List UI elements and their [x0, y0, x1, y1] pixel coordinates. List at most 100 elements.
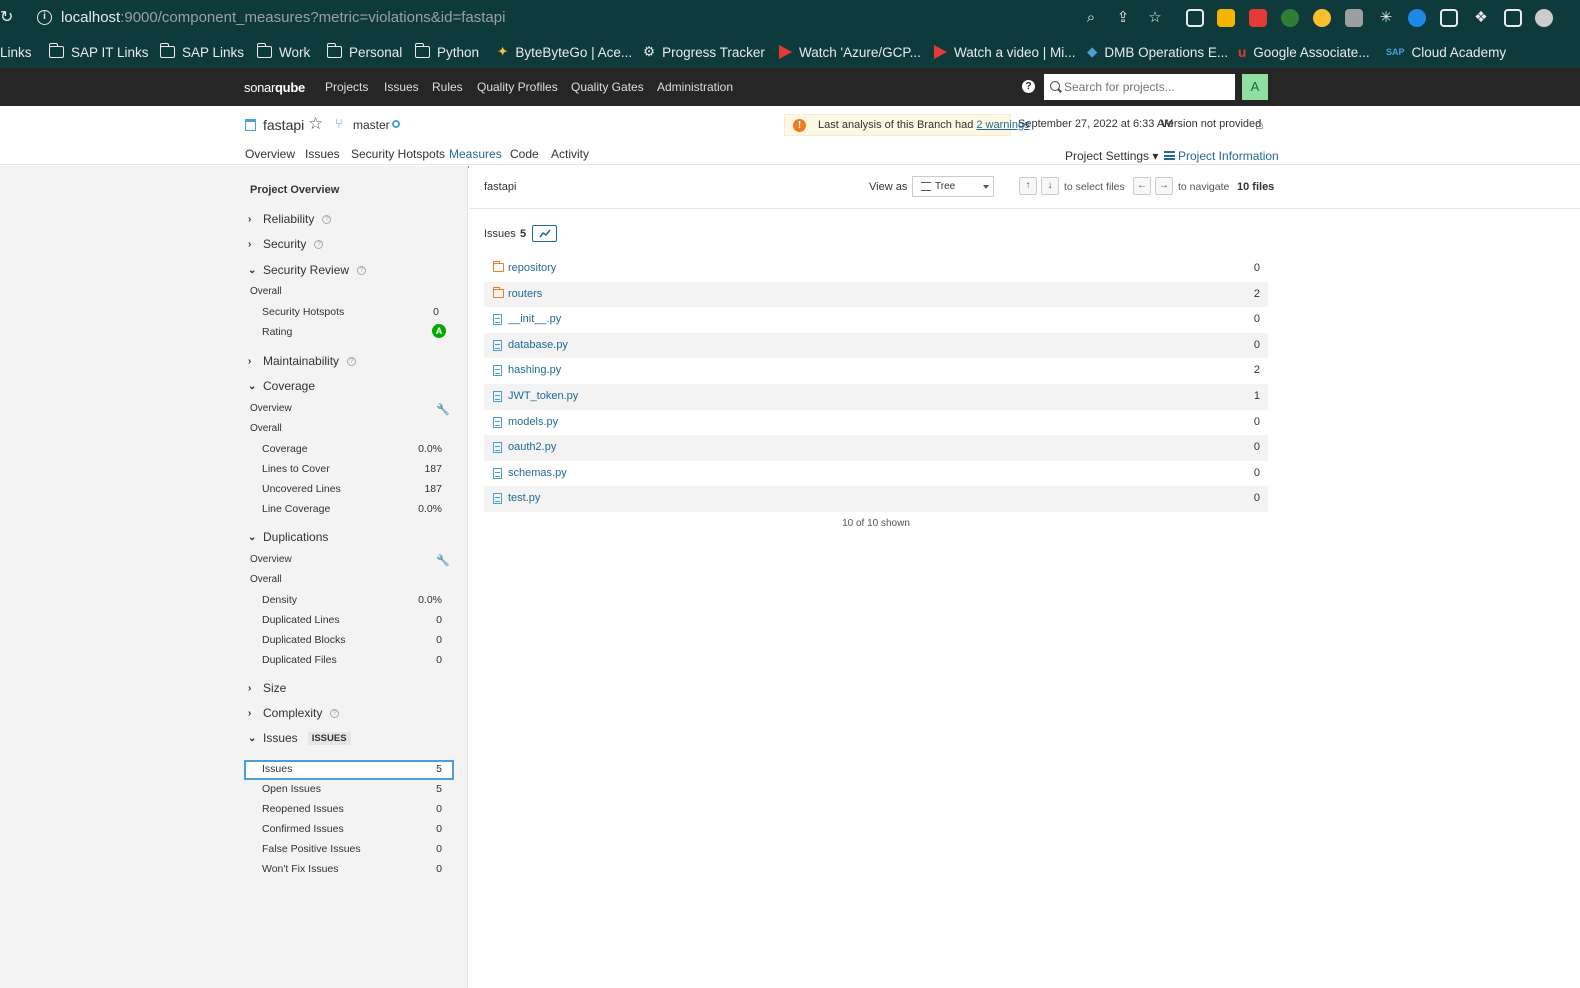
- table-row[interactable]: oauth2.py 0: [484, 435, 1268, 461]
- project-name[interactable]: fastapi: [263, 117, 304, 133]
- nav-administration[interactable]: Administration: [657, 80, 733, 94]
- bookmark-item[interactable]: u Google Associate...: [1238, 42, 1370, 62]
- bookmark-item[interactable]: SAP Cloud Academy: [1386, 42, 1506, 62]
- home-icon[interactable]: ⌂: [1255, 116, 1263, 132]
- help-icon[interactable]: ?: [314, 239, 324, 249]
- measure-duplicated-blocks[interactable]: Duplicated Blocks 0: [262, 634, 442, 646]
- table-row[interactable]: models.py 0: [484, 410, 1268, 436]
- address-bar[interactable]: localhost:9000/component_measures?metric…: [61, 9, 505, 26]
- search-input[interactable]: [1044, 74, 1235, 100]
- table-row[interactable]: routers 2: [484, 281, 1268, 308]
- bookmark-item[interactable]: Python: [414, 42, 479, 62]
- measure-uncovered-lines[interactable]: Uncovered Lines 187: [262, 483, 442, 495]
- measure-density[interactable]: Density 0.0%: [262, 594, 442, 606]
- site-info-icon[interactable]: i: [37, 10, 52, 25]
- measure-line-coverage[interactable]: Line Coverage 0.0%: [262, 503, 442, 515]
- help-icon[interactable]: ?: [330, 708, 340, 718]
- file-name[interactable]: schemas.py: [508, 467, 567, 479]
- toggle-extension-icon[interactable]: [1313, 9, 1331, 27]
- bookmark-item[interactable]: Personal: [326, 42, 402, 62]
- tab-overview[interactable]: Overview: [245, 147, 295, 161]
- domain-size[interactable]: › Size: [248, 681, 286, 695]
- reload-icon[interactable]: ↻: [0, 8, 14, 28]
- doc-extension-icon[interactable]: [1440, 9, 1458, 27]
- sidebar-title[interactable]: Project Overview: [250, 184, 339, 196]
- measure-security-hotspots[interactable]: Security Hotspots 0: [262, 306, 442, 318]
- file-name[interactable]: models.py: [508, 416, 558, 428]
- bookmark-item[interactable]: ◆ DMB Operations E...: [1087, 42, 1228, 62]
- bookmark-item[interactable]: Work: [256, 42, 310, 62]
- new-extension-icon[interactable]: [1281, 9, 1299, 27]
- help-icon[interactable]: ?: [357, 265, 367, 275]
- breadcrumb[interactable]: fastapi: [484, 181, 516, 193]
- measure-rating[interactable]: Rating: [262, 326, 442, 338]
- domain-security-review[interactable]: ⌄ Security Review?: [248, 263, 367, 277]
- bookmark-item[interactable]: ⚙ Progress Tracker: [643, 42, 765, 62]
- measure-confirmed-issues[interactable]: Confirmed Issues 0: [262, 823, 442, 835]
- project-settings-menu[interactable]: Project Settings ▾: [1065, 149, 1158, 163]
- table-row[interactable]: JWT_token.py 1: [484, 383, 1268, 410]
- domain-complexity[interactable]: › Complexity?: [248, 706, 340, 720]
- measure-false-positive-issues[interactable]: False Positive Issues 0: [262, 843, 442, 855]
- domain-duplications[interactable]: ⌄ Duplications: [248, 530, 328, 544]
- tab-code[interactable]: Code: [510, 147, 539, 161]
- domain-coverage[interactable]: ⌄ Coverage: [248, 379, 315, 393]
- domain-maintainability[interactable]: › Maintainability?: [248, 354, 357, 368]
- table-row[interactable]: database.py 0: [484, 332, 1268, 359]
- tab-security-hotspots[interactable]: Security Hotspots: [351, 147, 445, 161]
- bookmark-item[interactable]: SAP Links: [159, 42, 244, 62]
- user-avatar[interactable]: A: [1242, 74, 1268, 100]
- branch-settings-icon[interactable]: [392, 120, 400, 128]
- table-row[interactable]: test.py 0: [484, 486, 1268, 512]
- file-name[interactable]: JWT_token.py: [508, 390, 578, 402]
- measure-open-issues[interactable]: Open Issues 5: [262, 783, 442, 795]
- file-name[interactable]: oauth2.py: [508, 441, 556, 453]
- measure-lines-to-cover[interactable]: Lines to Cover 187: [262, 463, 442, 475]
- nav-quality-profiles[interactable]: Quality Profiles: [477, 80, 558, 94]
- file-name[interactable]: __init__.py: [508, 313, 561, 325]
- bookmark-item[interactable]: Links: [0, 42, 32, 62]
- file-name[interactable]: database.py: [508, 339, 568, 351]
- measure-duplicated-files[interactable]: Duplicated Files 0: [262, 654, 442, 666]
- snowflake-extension-icon[interactable]: ✳: [1377, 9, 1395, 27]
- tab-activity[interactable]: Activity: [551, 147, 589, 161]
- bookmark-star-icon[interactable]: ☆: [1146, 9, 1164, 27]
- file-name[interactable]: hashing.py: [508, 364, 561, 376]
- plus-extension-icon[interactable]: [1249, 9, 1267, 27]
- bookmark-item[interactable]: Watch 'Azure/GCP...: [779, 42, 921, 62]
- measure-wont-fix-issues[interactable]: Won't Fix Issues 0: [262, 863, 442, 875]
- measure-issues[interactable]: Issues 5: [262, 763, 442, 775]
- tab-measures[interactable]: Measures: [449, 147, 502, 168]
- side-panel-icon[interactable]: [1504, 9, 1522, 27]
- zoom-icon[interactable]: ⌕: [1082, 9, 1100, 27]
- help-icon[interactable]: ?: [1022, 80, 1035, 93]
- duplications-overview[interactable]: Overview: [250, 554, 292, 565]
- table-row[interactable]: __init__.py 0: [484, 307, 1268, 333]
- measure-duplicated-lines[interactable]: Duplicated Lines 0: [262, 614, 442, 626]
- project-information-link[interactable]: Project Information: [1178, 149, 1279, 163]
- blue-extension-icon[interactable]: [1408, 9, 1426, 27]
- share-icon[interactable]: ⇪: [1114, 9, 1132, 27]
- favorite-star-icon[interactable]: ☆: [308, 114, 323, 134]
- extensions-puzzle-icon[interactable]: ❖: [1472, 9, 1490, 27]
- measure-reopened-issues[interactable]: Reopened Issues 0: [262, 803, 442, 815]
- file-name[interactable]: repository: [508, 262, 556, 274]
- branch-name[interactable]: master: [353, 118, 390, 132]
- nav-projects[interactable]: Projects: [325, 80, 368, 94]
- sonarqube-logo[interactable]: sonarqube: [244, 80, 305, 95]
- qr-extension-icon[interactable]: [1186, 9, 1204, 27]
- coverage-overview[interactable]: Overview: [250, 403, 292, 414]
- nav-rules[interactable]: Rules: [432, 80, 463, 94]
- table-row[interactable]: schemas.py 0: [484, 461, 1268, 487]
- bookmark-item[interactable]: Watch a video | Mi...: [934, 42, 1076, 62]
- help-icon[interactable]: ?: [347, 356, 357, 366]
- download-extension-icon[interactable]: [1217, 9, 1235, 27]
- file-name[interactable]: routers: [508, 288, 542, 300]
- help-icon[interactable]: ?: [322, 214, 332, 224]
- nav-issues[interactable]: Issues: [384, 80, 419, 94]
- bookmark-item[interactable]: ✦ ByteByteGo | Ace...: [497, 42, 632, 62]
- table-row[interactable]: repository 0: [484, 256, 1268, 282]
- bookmark-item[interactable]: SAP IT Links: [48, 42, 149, 62]
- table-row[interactable]: hashing.py 2: [484, 358, 1268, 384]
- file-name[interactable]: test.py: [508, 492, 540, 504]
